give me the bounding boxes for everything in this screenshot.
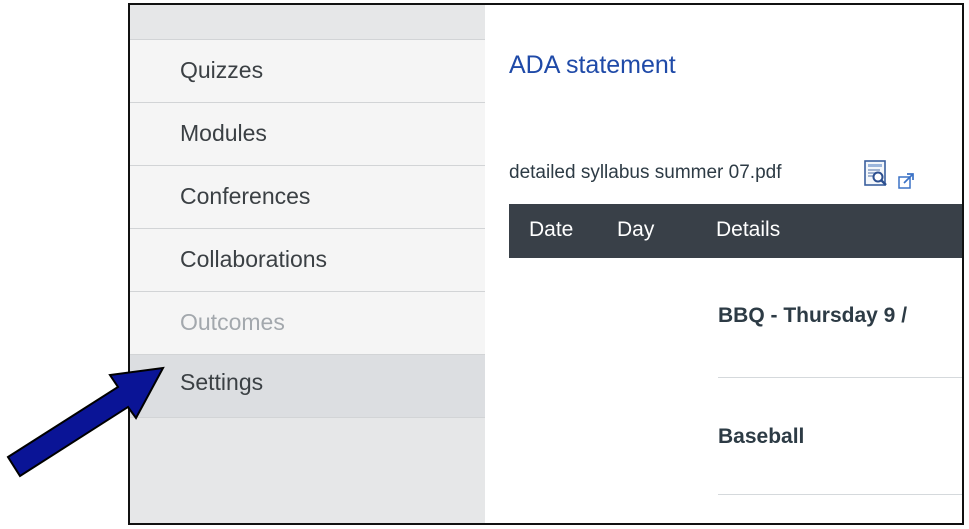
page-title-link[interactable]: ADA statement <box>509 51 676 80</box>
row-divider <box>718 377 962 378</box>
course-navigation: Quizzes Modules Conferences Collaboratio… <box>130 39 485 418</box>
sidebar-item-collaborations[interactable]: Collaborations <box>130 228 485 291</box>
table-row-event-link[interactable]: Baseball <box>718 425 804 449</box>
table-row-event-link[interactable]: BBQ - Thursday 9 / <box>718 304 907 328</box>
sidebar-item-quizzes[interactable]: Quizzes <box>130 39 485 102</box>
table-header: Date Day Details <box>509 204 962 258</box>
sidebar-divider <box>130 417 485 418</box>
sidebar-item-conferences[interactable]: Conferences <box>130 165 485 228</box>
column-header-day: Day <box>617 218 655 241</box>
course-sidebar: Quizzes Modules Conferences Collaboratio… <box>130 5 485 523</box>
column-header-date: Date <box>529 218 574 241</box>
main-content: ADA statement detailed syllabus summer 0… <box>485 5 962 523</box>
column-header-details: Details <box>716 218 781 241</box>
sidebar-item-settings[interactable]: Settings <box>130 354 485 417</box>
pdf-preview-icon[interactable] <box>863 160 889 186</box>
sidebar-item-outcomes[interactable]: Outcomes <box>130 291 485 354</box>
sidebar-item-modules[interactable]: Modules <box>130 102 485 165</box>
external-link-icon[interactable] <box>898 173 914 189</box>
pointer-arrow-icon <box>6 366 165 478</box>
file-link[interactable]: detailed syllabus summer 07.pdf <box>509 162 781 184</box>
screenshot-frame: Quizzes Modules Conferences Collaboratio… <box>128 3 964 525</box>
row-divider <box>718 494 962 495</box>
